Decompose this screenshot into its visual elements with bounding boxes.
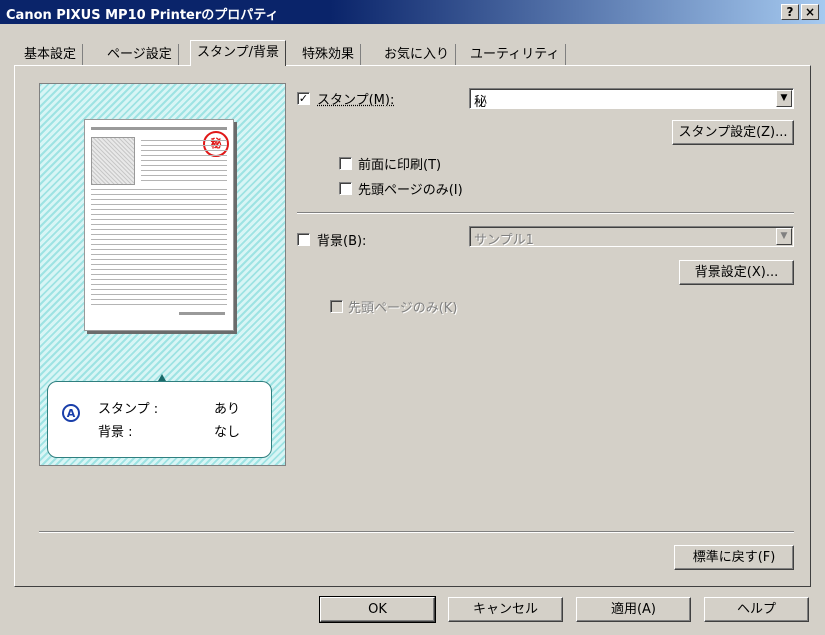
checkmark-icon: ✓ bbox=[298, 92, 309, 105]
background-first-page-checkbox[interactable] bbox=[330, 300, 343, 313]
page-text-line bbox=[141, 150, 227, 151]
page-text-line bbox=[91, 254, 227, 255]
tab-utility[interactable]: ユーティリティ bbox=[464, 44, 567, 66]
chevron-down-icon[interactable]: ▼ bbox=[776, 90, 792, 107]
preview-page: 秘 bbox=[84, 119, 234, 331]
page-text-line bbox=[91, 289, 227, 290]
restore-defaults-button[interactable]: 標準に戻す(F) bbox=[674, 545, 794, 570]
page-text-line bbox=[91, 199, 227, 200]
bottom-divider bbox=[39, 531, 794, 533]
page-text-line bbox=[91, 259, 227, 260]
page-image-placeholder bbox=[91, 137, 135, 185]
background-checkbox[interactable] bbox=[297, 233, 310, 246]
background-settings-button[interactable]: 背景設定(X)... bbox=[679, 260, 794, 285]
page-text-line bbox=[91, 204, 227, 205]
page-text-line bbox=[91, 214, 227, 215]
stamp-first-page-checkbox[interactable] bbox=[339, 182, 352, 195]
close-icon[interactable]: × bbox=[801, 4, 819, 20]
help-button[interactable]: ヘルプ bbox=[704, 597, 809, 622]
print-front-label[interactable]: 前面に印刷(T) bbox=[358, 154, 441, 173]
info-background-label: 背景 : bbox=[98, 425, 133, 440]
print-front-checkbox[interactable] bbox=[339, 157, 352, 170]
help-icon[interactable]: ? bbox=[781, 4, 799, 20]
background-select-value: サンプル1 bbox=[474, 233, 534, 248]
stamp-checkbox-label[interactable]: スタンプ(M): bbox=[317, 89, 394, 108]
page-text-line bbox=[91, 274, 227, 275]
stamp-select-value: 秘 bbox=[474, 95, 488, 110]
page-text-line bbox=[91, 224, 227, 225]
page-text-line bbox=[141, 145, 227, 146]
page-header-bar bbox=[91, 127, 227, 130]
page-text-line bbox=[141, 155, 227, 156]
page-text-line bbox=[91, 249, 227, 250]
page-footer-bar bbox=[179, 312, 225, 315]
page-text-line bbox=[91, 219, 227, 220]
tab-favorites[interactable]: お気に入り bbox=[378, 44, 457, 66]
page-text-line bbox=[141, 170, 227, 171]
section-divider bbox=[297, 212, 794, 214]
tab-basic-settings[interactable]: 基本設定 bbox=[18, 44, 84, 66]
stamp-first-page-label[interactable]: 先頭ページのみ(I) bbox=[358, 179, 463, 198]
page-text-line bbox=[91, 239, 227, 240]
page-text-line bbox=[91, 229, 227, 230]
background-select[interactable]: サンプル1 ▼ bbox=[469, 226, 794, 248]
page-text-line bbox=[91, 284, 227, 285]
page-text-line bbox=[91, 189, 227, 190]
stamp-preview: 秘 bbox=[203, 131, 229, 157]
page-text-line bbox=[91, 304, 227, 305]
tab-special-effects[interactable]: 特殊効果 bbox=[296, 44, 362, 66]
page-text-line bbox=[91, 194, 227, 195]
preview-area: 秘 A スタンプ : あり 背景 : なし bbox=[39, 83, 286, 466]
page-text-line bbox=[91, 294, 227, 295]
window-title: Canon PIXUS MP10 Printerのプロパティ bbox=[6, 8, 279, 23]
page-text-line bbox=[91, 269, 227, 270]
badge-a-icon: A bbox=[62, 404, 80, 422]
page-text-line bbox=[91, 279, 227, 280]
page-text-line bbox=[91, 209, 227, 210]
stamp-checkbox[interactable]: ✓ bbox=[297, 92, 310, 105]
cancel-button[interactable]: キャンセル bbox=[448, 597, 563, 622]
info-background-value: なし bbox=[214, 425, 241, 440]
page-text-line bbox=[141, 175, 227, 176]
background-first-page-label[interactable]: 先頭ページのみ(K) bbox=[348, 297, 457, 316]
tab-stamp-background[interactable]: スタンプ/背景 bbox=[190, 40, 286, 66]
background-checkbox-label[interactable]: 背景(B): bbox=[317, 230, 366, 249]
page-text-line bbox=[91, 234, 227, 235]
page-text-line bbox=[91, 299, 227, 300]
callout-pointer bbox=[158, 374, 166, 381]
chevron-down-icon[interactable]: ▼ bbox=[776, 228, 792, 245]
ok-button[interactable]: OK bbox=[319, 596, 436, 623]
page-text-line bbox=[141, 165, 227, 166]
page-text-line bbox=[141, 140, 227, 141]
page-text-line bbox=[141, 180, 227, 181]
title-bar[interactable]: Canon PIXUS MP10 Printerのプロパティ ? × bbox=[0, 0, 825, 24]
page-text-line bbox=[91, 244, 227, 245]
tab-page-settings[interactable]: ページ設定 bbox=[101, 44, 179, 66]
apply-button[interactable]: 適用(A) bbox=[576, 597, 691, 622]
stamp-select[interactable]: 秘 ▼ bbox=[469, 88, 794, 110]
info-stamp-value: あり bbox=[214, 402, 241, 417]
page-text-line bbox=[141, 160, 227, 161]
preview-info-box: A スタンプ : あり 背景 : なし bbox=[47, 381, 272, 458]
page-text-line bbox=[91, 264, 227, 265]
info-stamp-label: スタンプ : bbox=[98, 402, 159, 417]
stamp-settings-button[interactable]: スタンプ設定(Z)... bbox=[672, 120, 794, 145]
